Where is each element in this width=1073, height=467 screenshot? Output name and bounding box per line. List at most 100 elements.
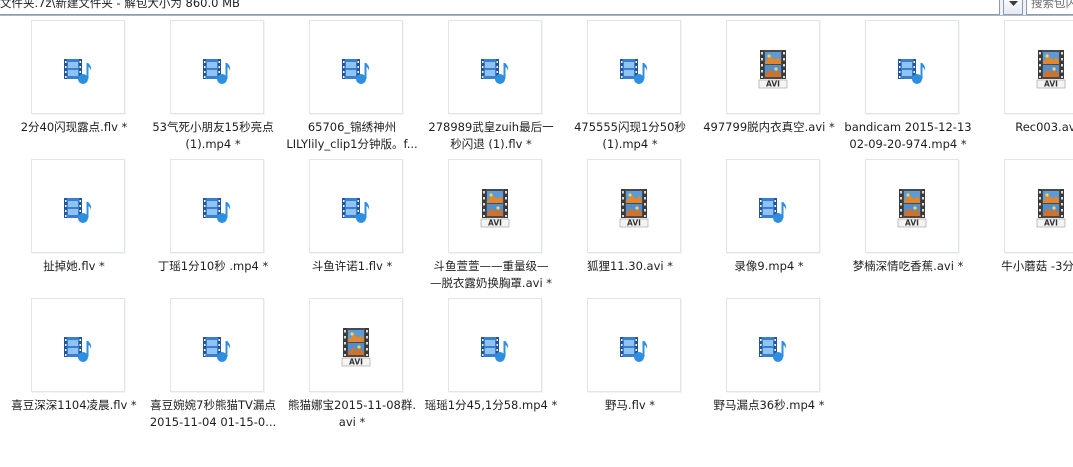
file-name-line-2: (1).mp4 * bbox=[602, 137, 658, 151]
file-name-line-2: 2015-11-04 01-15-0... bbox=[149, 415, 277, 429]
file-item[interactable]: 475555闪现1分50秒 (1).mp4 * bbox=[560, 20, 700, 160]
file-item[interactable]: 53气死小朋友15秒亮点 (1).mp4 * bbox=[143, 20, 283, 160]
file-name: 喜豆婉婉7秒熊猫TV漏点 2015-11-04 01-15-0... bbox=[143, 397, 283, 431]
file-name: 梦楠深情吃香蕉.avi * bbox=[838, 258, 978, 275]
file-name: 牛小蘑菇 -3分8秒 bbox=[977, 258, 1073, 275]
video-file-icon bbox=[341, 55, 371, 90]
file-name-line-2: 02-09-20-974.mp4 * bbox=[849, 137, 967, 151]
file-name: 野马.flv * bbox=[560, 397, 700, 414]
file-name-line-1: 熊猫娜宝2015-11-08群. bbox=[288, 398, 416, 412]
avi-file-icon: AVI bbox=[756, 49, 790, 92]
file-item[interactable]: AVI 狐狸11.30.avi * bbox=[560, 159, 700, 299]
file-name: 野马漏点36秒.mp4 * bbox=[699, 397, 839, 414]
video-file-icon bbox=[758, 333, 788, 368]
file-name-line-1: 2分40闪现露点.flv * bbox=[20, 120, 128, 134]
video-file-icon bbox=[202, 333, 232, 368]
video-file-icon bbox=[63, 194, 93, 229]
avi-file-icon: AVI bbox=[617, 188, 651, 231]
file-item[interactable]: bandicam 2015-12-13 02-09-20-974.mp4 * bbox=[838, 20, 978, 160]
avi-file-icon: AVI bbox=[895, 188, 929, 231]
video-file-icon bbox=[619, 55, 649, 90]
avi-file-icon: AVI bbox=[478, 188, 512, 231]
svg-text:AVI: AVI bbox=[1044, 80, 1058, 89]
file-name-line-1: 475555闪现1分50秒 bbox=[574, 120, 686, 134]
file-name: 狐狸11.30.avi * bbox=[560, 258, 700, 275]
file-item[interactable]: 2分40闪现露点.flv * bbox=[4, 20, 144, 160]
file-name-line-2: avi * bbox=[338, 415, 366, 429]
file-name-line-1: 瑶瑶1分45,1分58.mp4 * bbox=[424, 398, 558, 412]
file-item[interactable]: AVI 斗鱼萱萱——重量级— —脱衣露奶换胸罩.avi * bbox=[421, 159, 561, 299]
svg-text:AVI: AVI bbox=[627, 219, 641, 228]
file-item[interactable]: AVI 牛小蘑菇 -3分8秒 bbox=[977, 159, 1073, 299]
svg-text:AVI: AVI bbox=[488, 219, 502, 228]
file-name-line-1: 录像9.mp4 * bbox=[734, 259, 804, 273]
file-item[interactable]: 扯掉她.flv * bbox=[4, 159, 144, 299]
file-name-line-1: 278989武皇zuih最后一 bbox=[428, 120, 554, 134]
file-name-line-1: 497799脱内衣真空.avi * bbox=[703, 120, 835, 134]
video-file-icon bbox=[63, 55, 93, 90]
file-name: 2分40闪现露点.flv * bbox=[4, 119, 144, 136]
file-name-line-1: bandicam 2015-12-13 bbox=[844, 120, 972, 134]
file-name-line-1: 65706_锦绣神州 bbox=[307, 120, 397, 134]
file-name: 65706_锦绣神州 LILYlily_clip1分钟版。f... bbox=[282, 119, 422, 153]
svg-text:AVI: AVI bbox=[349, 358, 363, 367]
svg-text:AVI: AVI bbox=[766, 80, 780, 89]
file-item[interactable]: AVI 梦楠深情吃香蕉.avi * bbox=[838, 159, 978, 299]
file-name: 斗鱼萱萱——重量级— —脱衣露奶换胸罩.avi * bbox=[421, 258, 561, 292]
file-name-line-1: 梦楠深情吃香蕉.avi * bbox=[852, 259, 964, 273]
file-name: 53气死小朋友15秒亮点 (1).mp4 * bbox=[143, 119, 283, 153]
file-name: Rec003.avi bbox=[977, 119, 1073, 136]
file-item[interactable]: 65706_锦绣神州 LILYlily_clip1分钟版。f... bbox=[282, 20, 422, 160]
file-name: 278989武皇zuih最后一 秒闪退 (1).flv * bbox=[421, 119, 561, 153]
video-file-icon bbox=[63, 333, 93, 368]
file-item[interactable]: AVI 497799脱内衣真空.avi * bbox=[699, 20, 839, 160]
file-name-line-1: 53气死小朋友15秒亮点 bbox=[152, 120, 274, 134]
file-name-line-1: Rec003.avi bbox=[1015, 120, 1073, 134]
avi-file-icon: AVI bbox=[339, 327, 373, 370]
file-name-line-1: 丁瑶1分10秒 .mp4 * bbox=[157, 259, 269, 273]
file-name: 扯掉她.flv * bbox=[4, 258, 144, 275]
file-item[interactable]: AVI 熊猫娜宝2015-11-08群. avi * bbox=[282, 298, 422, 438]
file-name-line-1: 狐狸11.30.avi * bbox=[586, 259, 674, 273]
file-item[interactable]: 喜豆婉婉7秒熊猫TV漏点 2015-11-04 01-15-0... bbox=[143, 298, 283, 438]
video-file-icon bbox=[202, 55, 232, 90]
file-name-line-2: 秒闪退 (1).flv * bbox=[450, 137, 532, 151]
file-item[interactable]: 野马漏点36秒.mp4 * bbox=[699, 298, 839, 438]
video-file-icon bbox=[480, 333, 510, 368]
avi-file-icon: AVI bbox=[1034, 49, 1068, 92]
avi-file-icon: AVI bbox=[1034, 188, 1068, 231]
file-name-line-1: 野马漏点36秒.mp4 * bbox=[713, 398, 825, 412]
video-file-icon bbox=[619, 333, 649, 368]
file-name-line-2: —脱衣露奶换胸罩.avi * bbox=[429, 276, 553, 290]
file-item[interactable]: 278989武皇zuih最后一 秒闪退 (1).flv * bbox=[421, 20, 561, 160]
file-name-line-1: 扯掉她.flv * bbox=[43, 259, 105, 273]
video-file-icon bbox=[202, 194, 232, 229]
file-name: 斗鱼许诺1.flv * bbox=[282, 258, 422, 275]
file-name: 瑶瑶1分45,1分58.mp4 * bbox=[421, 397, 561, 414]
file-name-line-1: 喜豆婉婉7秒熊猫TV漏点 bbox=[150, 398, 276, 412]
file-grid: 2分40闪现露点.flv * 53气死小朋友15秒亮点 (1).mp4 * 65… bbox=[0, 0, 1073, 467]
video-file-icon bbox=[758, 194, 788, 229]
file-name-line-1: 野马.flv * bbox=[604, 398, 656, 412]
video-file-icon bbox=[480, 55, 510, 90]
file-name-line-1: 斗鱼许诺1.flv * bbox=[311, 259, 393, 273]
file-name: bandicam 2015-12-13 02-09-20-974.mp4 * bbox=[838, 119, 978, 153]
file-item[interactable]: 野马.flv * bbox=[560, 298, 700, 438]
svg-text:AVI: AVI bbox=[1044, 219, 1058, 228]
file-item[interactable]: AVI Rec003.avi bbox=[977, 20, 1073, 160]
file-name: 丁瑶1分10秒 .mp4 * bbox=[143, 258, 283, 275]
file-name: 喜豆深深1104凌晨.flv * bbox=[4, 397, 144, 414]
svg-text:AVI: AVI bbox=[905, 219, 919, 228]
file-name-line-1: 斗鱼萱萱——重量级— bbox=[433, 259, 549, 273]
video-file-icon bbox=[897, 55, 927, 90]
file-name-line-2: (1).mp4 * bbox=[185, 137, 241, 151]
file-item[interactable]: 喜豆深深1104凌晨.flv * bbox=[4, 298, 144, 438]
file-item[interactable]: 瑶瑶1分45,1分58.mp4 * bbox=[421, 298, 561, 438]
file-name-line-1: 牛小蘑菇 -3分8秒 bbox=[1001, 259, 1073, 273]
file-name: 录像9.mp4 * bbox=[699, 258, 839, 275]
file-item[interactable]: 录像9.mp4 * bbox=[699, 159, 839, 299]
file-item[interactable]: 斗鱼许诺1.flv * bbox=[282, 159, 422, 299]
file-item[interactable]: 丁瑶1分10秒 .mp4 * bbox=[143, 159, 283, 299]
file-name: 熊猫娜宝2015-11-08群. avi * bbox=[282, 397, 422, 431]
file-name-line-2: LILYlily_clip1分钟版。f... bbox=[286, 137, 418, 151]
